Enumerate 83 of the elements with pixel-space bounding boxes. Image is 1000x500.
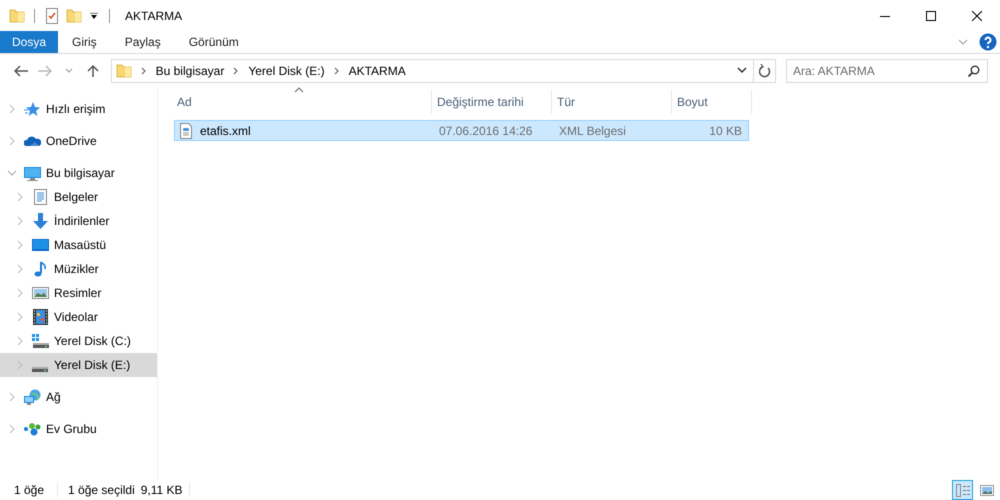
chevron-right-icon[interactable]: [7, 136, 17, 146]
navigation-item[interactable]: Masaüstü: [0, 233, 157, 257]
column-header[interactable]: Değiştirme tarihi: [432, 90, 552, 114]
chevron-right-icon: [232, 65, 240, 77]
maximize-icon: [926, 10, 936, 20]
table-cell-text: XML Belgesi: [558, 124, 627, 138]
details-view-button[interactable]: [952, 480, 973, 500]
film-strip-icon: [32, 309, 49, 325]
file-name: etafis.xml: [200, 124, 251, 138]
folder-icon: [66, 8, 82, 24]
column-header[interactable]: Boyut: [672, 90, 752, 114]
selection-size: 9,11 KB: [140, 483, 183, 497]
new-folder-button[interactable]: [66, 8, 82, 24]
chevron-right-icon[interactable]: [15, 216, 25, 226]
table-cell-text: 10 KB: [708, 124, 743, 138]
network-icon: [24, 389, 41, 405]
ribbon-tab[interactable]: Görünüm: [174, 31, 253, 53]
column-header[interactable]: Ad: [172, 90, 432, 114]
computer-icon: [24, 165, 41, 181]
navigation-item[interactable]: Resimler: [0, 281, 157, 305]
drive-icon: [32, 333, 49, 349]
homegroup-icon: [24, 421, 41, 437]
details-list-icon: [956, 484, 970, 496]
drive-icon: [32, 367, 48, 372]
file-row[interactable]: etafis.xml 07.06.2016 14:26 XML Belgesi 10 KB: [174, 120, 749, 141]
chevron-right-icon[interactable]: [15, 192, 25, 202]
help-icon[interactable]: [979, 33, 997, 51]
chevron-right-icon[interactable]: [15, 312, 25, 322]
up-arrow-icon: [86, 65, 99, 77]
chevron-right-icon: [332, 65, 341, 77]
ribbon-tab[interactable]: Paylaş: [110, 31, 175, 53]
navigation-item[interactable]: İndirilenler: [0, 209, 157, 233]
star-icon: [24, 101, 41, 117]
picture-icon: [32, 285, 49, 301]
picture-icon: [980, 484, 994, 496]
address-bar[interactable]: Bu bilgisayar Yerel Disk (E:) AKTARMA: [110, 59, 776, 83]
chevron-right-icon[interactable]: [15, 240, 25, 250]
right-arrow-icon: [38, 65, 52, 77]
navigation-item[interactable]: Ev Grubu: [0, 417, 157, 441]
chevron-right-icon[interactable]: [15, 360, 25, 370]
navigation-item[interactable]: Ağ: [0, 385, 157, 409]
properties-button[interactable]: [44, 8, 60, 24]
navigation-item[interactable]: Belgeler: [0, 185, 157, 209]
folder-icon: [9, 8, 25, 24]
chevron-down-icon: [737, 67, 747, 75]
xml-file-icon: [178, 122, 194, 138]
chevron-down-icon[interactable]: [7, 168, 17, 178]
music-note-icon: [32, 261, 49, 277]
ribbon-tab[interactable]: Giriş: [58, 31, 111, 53]
chevron-right-icon[interactable]: [15, 264, 25, 274]
left-arrow-icon: [14, 65, 28, 77]
window-title: AKTARMA: [125, 8, 182, 22]
navigation-item[interactable]: Hızlı erişim: [0, 97, 157, 121]
navigation-item[interactable]: Bu bilgisayar: [0, 161, 157, 185]
breadcrumb[interactable]: Yerel Disk (E:): [248, 64, 325, 78]
table-cell-text: 07.06.2016 14:26: [438, 124, 534, 138]
navigation-item[interactable]: Videolar: [0, 305, 157, 329]
chevron-right-icon[interactable]: [7, 424, 17, 434]
column-header[interactable]: Tür: [552, 90, 672, 114]
navigation-item[interactable]: Yerel Disk (C:): [0, 329, 157, 353]
folder-icon: [116, 63, 132, 79]
selection-count: 1 öğe seçildi: [68, 483, 135, 497]
navigation-item[interactable]: Müzikler: [0, 257, 157, 281]
caret-icon: [90, 12, 98, 18]
chevron-right-icon[interactable]: [7, 392, 17, 402]
checklist-icon: [44, 8, 60, 24]
navigation-item[interactable]: Yerel Disk (E:): [0, 353, 157, 377]
chevron-right-icon[interactable]: [15, 336, 25, 346]
breadcrumb[interactable]: Bu bilgisayar: [156, 64, 224, 78]
down-arrow-icon: [32, 213, 49, 229]
desktop-icon: [32, 237, 49, 253]
close-icon: [972, 10, 982, 20]
document-icon: [32, 189, 49, 205]
breadcrumb[interactable]: AKTARMA: [348, 64, 406, 78]
chevron-right-icon[interactable]: [7, 104, 17, 114]
navigation-item[interactable]: OneDrive: [0, 129, 157, 153]
item-count: 1 öğe: [14, 483, 44, 497]
search-icon: [968, 65, 980, 77]
chevron-right-icon: [140, 65, 148, 77]
file-menu-tab[interactable]: Dosya: [0, 31, 58, 53]
search-field[interactable]: Ara: AKTARMA: [786, 59, 988, 83]
chevron-right-icon[interactable]: [15, 288, 25, 298]
refresh-icon: [758, 64, 770, 78]
